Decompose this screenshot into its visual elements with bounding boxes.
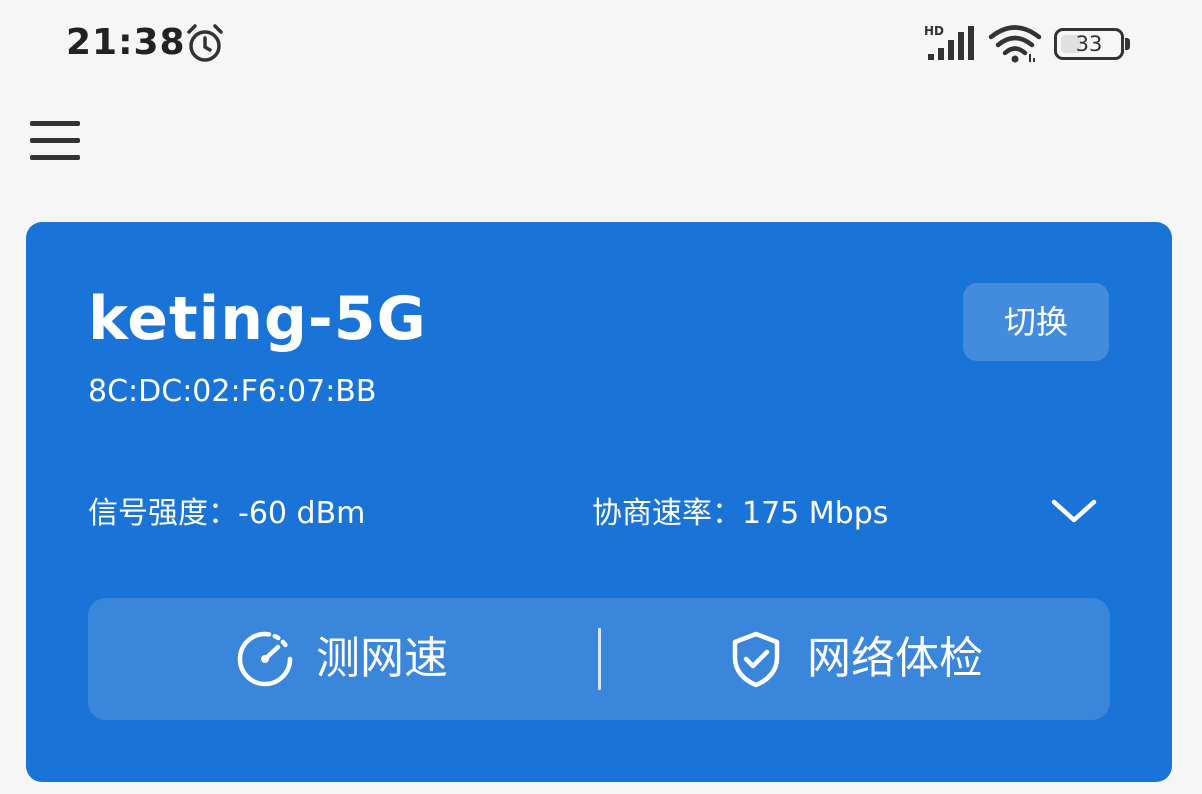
switch-network-button[interactable]: 切换: [963, 283, 1109, 361]
action-bar: 测网速 网络体检: [88, 598, 1110, 720]
chevron-down-icon[interactable]: [1048, 490, 1100, 530]
menu-button[interactable]: [22, 108, 88, 174]
status-bar: 21:38 HD 33: [0, 0, 1202, 90]
speed-test-label: 测网速: [316, 633, 448, 684]
battery-cap: [1125, 38, 1130, 50]
wifi-info-card: keting-5G 8C:DC:02:F6:07:BB 切换 信号强度：-60 …: [26, 222, 1172, 782]
network-ssid: keting-5G: [88, 284, 427, 354]
hamburger-menu-bar: [30, 138, 80, 143]
hamburger-menu-bar: [30, 155, 80, 160]
battery-level: 33: [1075, 32, 1103, 56]
alarm-icon: [187, 24, 223, 62]
mac-address: 8C:DC:02:F6:07:BB: [88, 374, 377, 409]
battery-icon: 33: [1054, 28, 1132, 60]
speedometer-icon: [237, 631, 293, 687]
signal-hd-label: HD: [924, 24, 944, 38]
wifi-screen: 21:38 HD 33 keting-5G 8C:DC:02:F6:07:BB …: [0, 0, 1202, 794]
signal-strength: 信号强度：-60 dBm: [88, 496, 366, 531]
network-check-button[interactable]: 网络体检: [601, 598, 1110, 720]
hamburger-menu-icon: [30, 121, 80, 126]
status-time: 21:38: [66, 22, 186, 63]
speed-test-button[interactable]: 测网速: [88, 598, 598, 720]
wifi-icon: [988, 25, 1042, 63]
link-rate: 协商速率：175 Mbps: [592, 496, 889, 531]
shield-check-icon: [732, 631, 780, 688]
cellular-signal-icon: HD: [924, 24, 974, 60]
network-check-label: 网络体检: [807, 633, 983, 684]
